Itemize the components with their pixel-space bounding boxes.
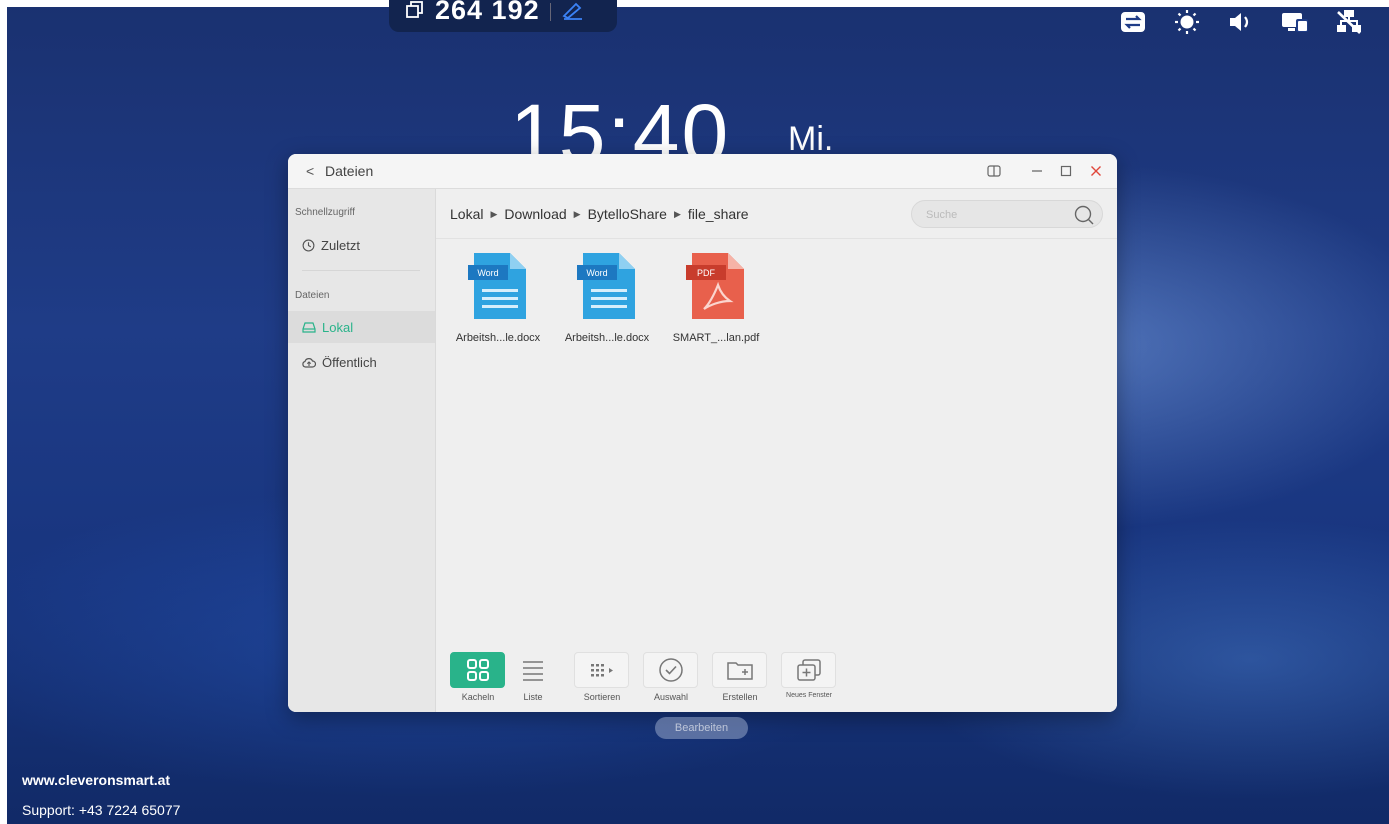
sort-button[interactable] (574, 652, 629, 688)
check-circle-icon (658, 658, 683, 682)
sidebar-item-label: Öffentlich (322, 354, 377, 370)
search-icon[interactable] (1073, 204, 1095, 226)
file-name: Arbeitsh...le.docx (455, 332, 541, 344)
sidebar-item-local[interactable]: Lokal (288, 311, 435, 343)
volume-icon[interactable] (1227, 8, 1255, 36)
sidebar-divider (302, 270, 420, 271)
edit-button[interactable]: Bearbeiten (655, 717, 748, 739)
close-icon[interactable] (1087, 162, 1105, 180)
sidebar-item-label: Lokal (322, 319, 354, 335)
word-file-icon: Word (577, 253, 635, 319)
network-disconnected-icon[interactable] (1335, 8, 1363, 36)
back-button[interactable]: < (306, 163, 314, 179)
new-window-icon (796, 659, 821, 681)
breadcrumb-arrow-icon: ▶ (490, 208, 498, 219)
file-manager-window: < Dateien Schnellzugriff Zuletzt Dateien… (288, 154, 1117, 712)
status-bar (1119, 8, 1363, 36)
quick-access-header: Schnellzugriff (295, 207, 355, 218)
toolbar-label: Sortieren (583, 692, 621, 702)
file-type-label: Word (586, 268, 607, 278)
breadcrumb: Lokal ▶ Download ▶ BytelloShare ▶ file_s… (450, 206, 749, 222)
sidebar-item-recent[interactable]: Zuletzt (288, 229, 435, 261)
toolbar-label: Liste (523, 692, 543, 702)
sidebar: Schnellzugriff Zuletzt Dateien Lokal Öff… (288, 189, 436, 712)
minimize-icon[interactable] (1028, 162, 1046, 180)
pill-divider (549, 3, 551, 21)
file-item[interactable]: Word Arbeitsh...le.docx (555, 251, 659, 344)
content-divider (436, 238, 1117, 239)
screen-share-icon[interactable] (1281, 8, 1309, 36)
file-item[interactable]: PDF SMART_...lan.pdf (664, 251, 768, 344)
new-window-button[interactable] (781, 652, 836, 688)
file-item[interactable]: Word Arbeitsh...le.docx (446, 251, 550, 344)
file-content-area: Lokal ▶ Download ▶ BytelloShare ▶ file_s… (436, 189, 1117, 712)
breadcrumb-item[interactable]: BytelloShare (588, 206, 667, 222)
window-title: Dateien (325, 163, 374, 179)
sidebar-item-label: Zuletzt (321, 237, 361, 253)
footer-support: Support: +43 7224 65077 (22, 802, 181, 818)
toolbar-label: Erstellen (722, 692, 758, 702)
share-screen-icon[interactable] (405, 1, 425, 25)
breadcrumb-arrow-icon: ▶ (573, 208, 581, 219)
breadcrumb-item[interactable]: Lokal (450, 206, 483, 222)
pdf-file-icon: PDF (686, 253, 744, 319)
maximize-icon[interactable] (1057, 162, 1075, 180)
meeting-id: 264 192 (435, 0, 540, 25)
list-icon (522, 661, 543, 681)
sort-icon (590, 664, 613, 677)
toolbar-label: Neues Fenster (786, 692, 832, 699)
tiles-view-button[interactable] (450, 652, 505, 688)
breadcrumb-item[interactable]: file_share (688, 206, 749, 222)
switch-icon[interactable] (1119, 8, 1147, 36)
files-header: Dateien (295, 290, 330, 301)
screen-border-left (0, 0, 7, 824)
screen-border-top (0, 0, 1389, 7)
toolbar-label: Auswahl (653, 692, 689, 702)
pen-icon[interactable] (561, 2, 585, 25)
footer-url: www.cleveronsmart.at (22, 772, 171, 788)
file-type-label: Word (477, 268, 498, 278)
file-type-label: PDF (697, 268, 716, 278)
brightness-icon[interactable] (1173, 8, 1201, 36)
split-view-icon[interactable] (985, 162, 1003, 180)
word-file-icon: Word (468, 253, 526, 319)
file-name: SMART_...lan.pdf (672, 332, 760, 344)
breadcrumb-item[interactable]: Download (504, 206, 566, 222)
grid-icon (466, 659, 489, 681)
search-input[interactable] (912, 201, 1068, 229)
drive-icon (302, 321, 316, 333)
meeting-pill[interactable]: 264 192 (389, 0, 617, 32)
select-button[interactable] (643, 652, 698, 688)
file-name: Arbeitsh...le.docx (564, 332, 650, 344)
window-titlebar: < Dateien (288, 154, 1117, 189)
list-view-button[interactable] (505, 652, 560, 688)
breadcrumb-arrow-icon: ▶ (673, 208, 681, 219)
clock-icon (302, 239, 315, 251)
create-folder-button[interactable] (712, 652, 767, 688)
cloud-upload-icon (302, 357, 316, 368)
new-folder-icon (726, 662, 753, 680)
search-box[interactable] (911, 200, 1103, 229)
sidebar-item-public[interactable]: Öffentlich (288, 346, 435, 378)
